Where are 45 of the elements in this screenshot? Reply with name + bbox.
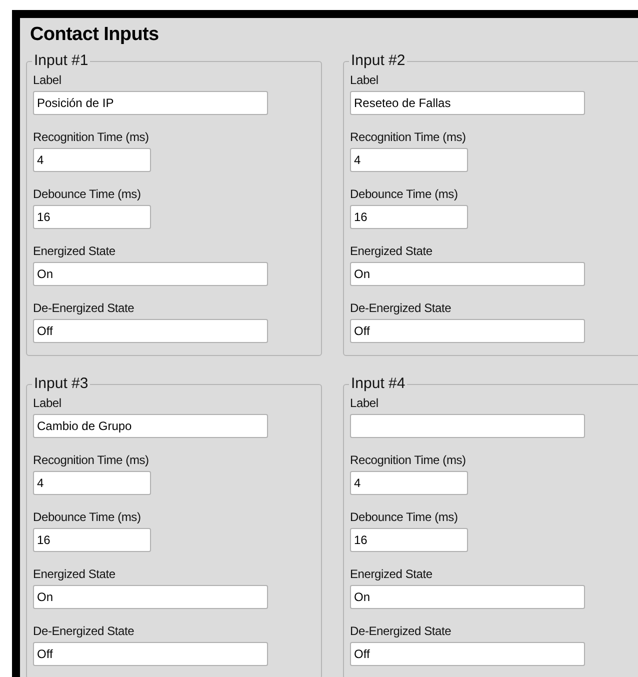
text-field[interactable]: On xyxy=(33,585,268,609)
text-field[interactable]: Reseteo de Fallas xyxy=(350,91,585,115)
text-field[interactable]: Off xyxy=(350,319,585,343)
text-field[interactable]: 4 xyxy=(33,148,151,172)
field-label: Label xyxy=(33,72,62,88)
group-title: Input #3 xyxy=(33,375,90,393)
text-field[interactable]: 16 xyxy=(33,205,151,229)
field-label: Label xyxy=(33,395,62,411)
field-label: Label xyxy=(350,395,380,411)
text-field[interactable]: 4 xyxy=(350,148,468,172)
field-label: Debounce Time (ms) xyxy=(350,186,459,202)
text-field[interactable]: Off xyxy=(350,642,585,666)
field-label: De-Energized State xyxy=(350,623,452,639)
field-label: Recognition Time (ms) xyxy=(350,452,467,468)
field-label: Energized State xyxy=(350,566,434,582)
field-label: Energized State xyxy=(33,566,116,582)
panel-title: Contact Inputs xyxy=(30,24,159,45)
text-field[interactable]: 4 xyxy=(33,471,151,495)
field-label: Recognition Time (ms) xyxy=(33,452,150,468)
text-field[interactable]: 4 xyxy=(350,471,468,495)
field-label: Recognition Time (ms) xyxy=(350,129,467,145)
text-field[interactable] xyxy=(350,414,585,438)
text-field[interactable]: On xyxy=(33,262,268,286)
group-title: Input #2 xyxy=(350,52,406,70)
text-field[interactable]: 16 xyxy=(350,528,468,552)
text-field[interactable]: 16 xyxy=(350,205,468,229)
text-field[interactable]: On xyxy=(350,585,585,609)
group-title: Input #4 xyxy=(350,375,406,393)
field-label: Energized State xyxy=(350,243,434,259)
field-label: De-Energized State xyxy=(350,300,452,316)
text-field[interactable]: On xyxy=(350,262,585,286)
field-label: Recognition Time (ms) xyxy=(33,129,150,145)
text-field[interactable]: Cambio de Grupo xyxy=(33,414,268,438)
text-field[interactable]: Posición de IP xyxy=(33,91,268,115)
text-field[interactable]: Off xyxy=(33,642,268,666)
field-label: Energized State xyxy=(33,243,116,259)
field-label: Label xyxy=(350,72,380,88)
text-field[interactable]: Off xyxy=(33,319,268,343)
field-label: Debounce Time (ms) xyxy=(350,509,459,525)
field-label: Debounce Time (ms) xyxy=(33,509,142,525)
field-label: Debounce Time (ms) xyxy=(33,186,142,202)
field-label: De-Energized State xyxy=(33,300,136,316)
field-label: De-Energized State xyxy=(33,623,136,639)
text-field[interactable]: 16 xyxy=(33,528,151,552)
group-title: Input #1 xyxy=(33,52,90,70)
